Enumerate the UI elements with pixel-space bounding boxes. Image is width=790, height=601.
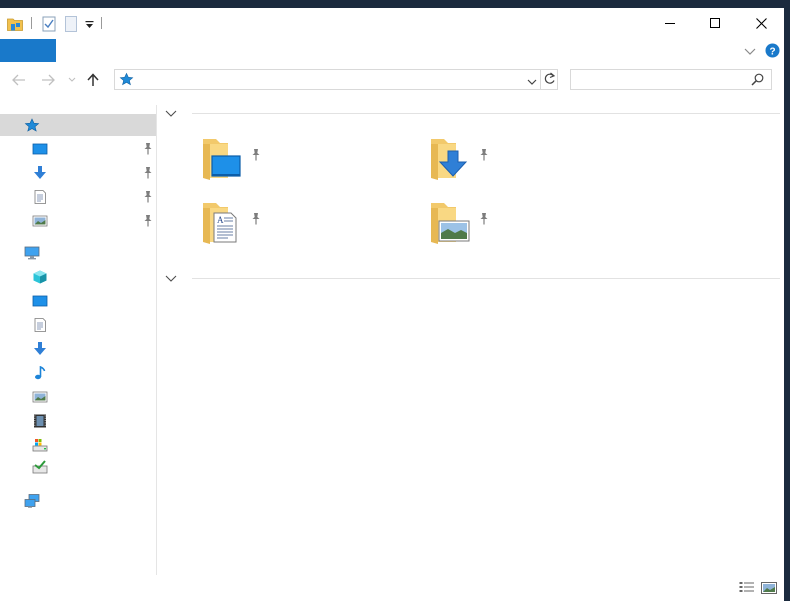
3d-objects-icon — [32, 270, 48, 284]
collapse-chevron-icon[interactable] — [165, 275, 177, 283]
close-button[interactable] — [738, 8, 784, 38]
search-icon[interactable] — [751, 73, 765, 87]
properties-icon[interactable] — [40, 15, 58, 33]
tile-pictures[interactable] — [428, 202, 508, 252]
search-input[interactable] — [575, 71, 749, 89]
tile-documents[interactable]: A — [200, 202, 280, 252]
nav-desktop[interactable] — [0, 290, 156, 312]
expand-ribbon-chevron-icon[interactable] — [744, 45, 758, 57]
nav-3d-objects[interactable] — [0, 266, 156, 288]
close-icon — [755, 17, 767, 29]
maximize-button[interactable] — [692, 8, 738, 38]
title-bar — [0, 8, 784, 38]
svg-text:?: ? — [769, 46, 775, 57]
nav-network[interactable] — [0, 490, 156, 512]
address-divider — [540, 70, 541, 89]
pin-icon — [250, 212, 262, 226]
pin-icon — [142, 214, 154, 228]
pictures-icon — [32, 390, 48, 404]
downloads-folder-icon — [428, 138, 468, 182]
up-arrow-icon[interactable] — [85, 72, 101, 88]
qat-separator — [31, 17, 32, 29]
nav-documents[interactable] — [0, 314, 156, 336]
customize-dropdown-icon[interactable] — [83, 15, 95, 33]
pin-icon — [142, 190, 154, 204]
network-icon — [24, 494, 40, 508]
nav-downloads[interactable] — [0, 338, 156, 360]
tile-downloads[interactable] — [428, 138, 508, 188]
collapse-chevron-icon[interactable] — [165, 110, 177, 118]
nav-local-disk[interactable] — [0, 434, 156, 456]
minimize-icon — [665, 23, 675, 24]
videos-icon — [32, 414, 48, 428]
help-icon[interactable]: ? — [765, 43, 780, 58]
desktop-folder-icon — [200, 138, 241, 182]
tile-desktop[interactable] — [200, 138, 280, 188]
quick-access-star-icon — [24, 118, 40, 132]
this-pc-icon — [24, 246, 40, 260]
local-disk-icon — [32, 438, 48, 452]
dvd-drive-icon — [32, 460, 48, 474]
documents-folder-icon: A — [200, 202, 237, 246]
documents-icon — [32, 318, 48, 332]
nav-quick-access-downloads[interactable] — [0, 162, 156, 184]
address-dropdown-chevron-icon[interactable] — [527, 75, 539, 85]
nav-this-pc[interactable] — [0, 242, 156, 264]
svg-text:A: A — [217, 215, 224, 225]
maximize-icon — [710, 18, 720, 28]
new-folder-icon[interactable] — [63, 15, 79, 33]
desktop-icon — [32, 142, 48, 156]
documents-icon — [32, 190, 48, 204]
folder-icon[interactable] — [6, 15, 24, 33]
address-bar[interactable] — [114, 69, 558, 90]
group-header-recent-files[interactable] — [162, 271, 780, 287]
nav-quick-access-desktop[interactable] — [0, 138, 156, 160]
file-explorer-window: ? A — [0, 8, 784, 601]
nav-music[interactable] — [0, 362, 156, 384]
search-box[interactable] — [570, 69, 772, 90]
nav-quick-access[interactable] — [0, 114, 156, 136]
pictures-icon — [32, 214, 48, 228]
file-tab[interactable] — [0, 39, 56, 62]
pin-icon — [478, 212, 490, 226]
group-divider — [192, 278, 780, 279]
details-view-icon[interactable] — [739, 581, 755, 595]
minimize-button[interactable] — [647, 8, 693, 38]
nav-videos[interactable] — [0, 410, 156, 432]
back-arrow-icon[interactable] — [10, 72, 28, 88]
pin-icon — [142, 166, 154, 180]
nav-quick-access-pictures[interactable] — [0, 210, 156, 232]
music-icon — [32, 366, 48, 380]
navigation-pane — [0, 105, 157, 575]
nav-dvd-drive[interactable] — [0, 456, 156, 478]
refresh-icon[interactable] — [543, 72, 557, 87]
qat-separator — [101, 17, 102, 29]
downloads-icon — [32, 166, 48, 180]
nav-quick-access-documents[interactable] — [0, 186, 156, 208]
quick-access-icon — [119, 72, 134, 86]
pictures-folder-icon — [428, 202, 470, 246]
forward-arrow-icon[interactable] — [39, 72, 57, 88]
downloads-icon — [32, 342, 48, 356]
large-icons-view-icon[interactable] — [761, 581, 777, 595]
group-header-frequent-folders[interactable] — [162, 106, 780, 122]
group-divider — [192, 113, 780, 114]
desktop-icon — [32, 294, 48, 308]
pin-icon — [142, 142, 154, 156]
pin-icon — [250, 148, 262, 162]
recent-locations-chevron-icon[interactable] — [66, 72, 78, 88]
nav-pictures[interactable] — [0, 386, 156, 408]
pin-icon — [478, 148, 490, 162]
